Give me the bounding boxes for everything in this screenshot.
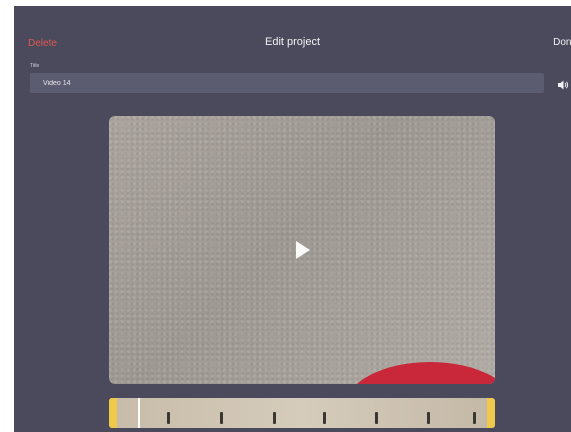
frame-thumbnail xyxy=(323,412,326,424)
timeline-frames xyxy=(117,398,487,428)
video-frame-red-object xyxy=(345,362,495,384)
frame-thumbnail xyxy=(167,412,170,424)
trim-handle-right[interactable] xyxy=(487,398,495,428)
frame-thumbnail xyxy=(375,412,378,424)
trim-handle-left[interactable] xyxy=(109,398,117,428)
play-icon[interactable] xyxy=(296,241,310,259)
title-label: Title xyxy=(30,63,40,69)
page-title: Edit project xyxy=(264,36,321,48)
frame-thumbnail xyxy=(427,412,430,424)
title-input[interactable] xyxy=(30,73,544,93)
video-preview[interactable] xyxy=(109,116,495,384)
frame-thumbnail xyxy=(220,412,223,424)
speaker-icon[interactable] xyxy=(557,78,569,90)
done-button[interactable]: Done xyxy=(553,37,571,48)
top-bar: Delete Edit project Done xyxy=(14,6,571,76)
trim-timeline[interactable] xyxy=(109,398,495,428)
frame-thumbnail xyxy=(473,412,476,424)
playhead[interactable] xyxy=(138,398,140,428)
edit-project-screen: Delete Edit project Done Title xyxy=(14,6,571,432)
frame-thumbnail xyxy=(273,412,276,424)
